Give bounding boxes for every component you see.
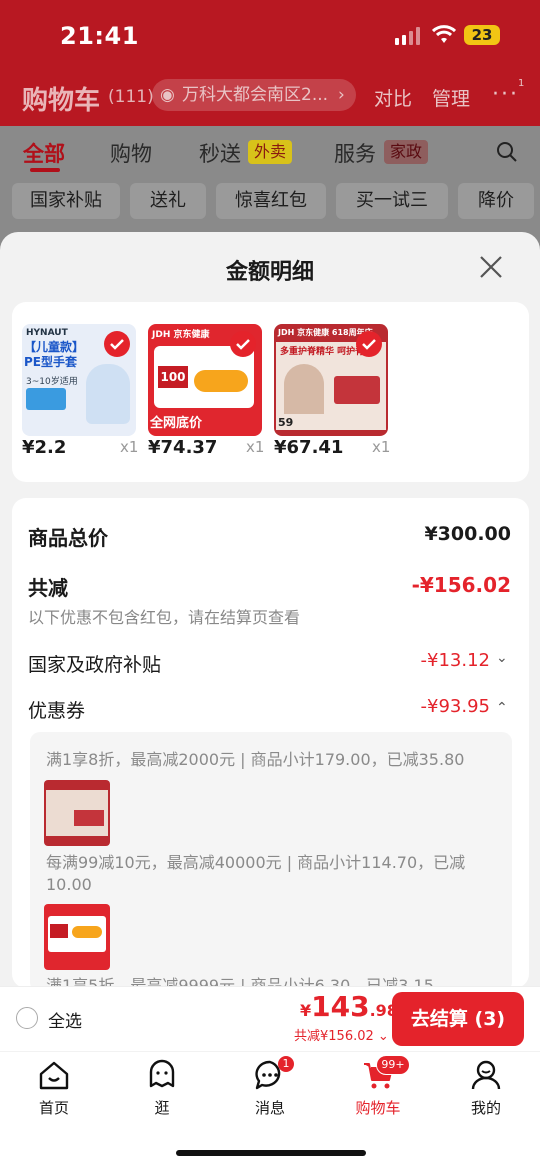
product-price: ¥2.2 [22,437,67,458]
nav-messages-label[interactable]: 消息 [230,1097,310,1118]
chevron-right-icon: › [338,85,345,105]
total-integer: 143 [311,990,370,1023]
saved-amount[interactable]: 共减¥156.02 ⌄ [294,1025,389,1044]
thumb-banner [74,810,104,826]
thumb-slogan: 全网底价 [150,416,203,431]
profile-icon [471,1060,501,1090]
chip-national-subsidy[interactable]: 国家补贴 [12,183,120,219]
thumb-discount [72,926,102,938]
explore-icon [149,1059,175,1088]
discount-note: 以下优惠不包含红包，请在结算页查看 [28,608,301,627]
home-icon [39,1061,69,1090]
thumb-price-tag: 100 [158,366,188,388]
saved-text: 共减¥156.02 [294,1029,374,1044]
chip-red-packet[interactable]: 惊喜红包 [216,183,326,219]
coupon-product-thumbnail [44,904,110,970]
housekeeping-badge: 家政 [384,140,429,164]
thumb-subtitle: 3~10岁适用 [26,377,78,387]
product-quantity: x1 [372,438,391,456]
product-quantity: x1 [120,438,139,456]
sheet-title: 金额明细 [225,260,314,285]
nav-profile[interactable] [446,1058,526,1096]
chip-gift[interactable]: 送礼 [130,183,206,219]
takeout-badge: 外卖 [248,140,293,164]
coupon-product-thumbnail [44,780,110,846]
coupon-rule: 每满99减10元，最高减40000元 | 商品小计114.70，已减10.00 [46,853,466,894]
coupon-value[interactable]: -¥93.95 [421,696,490,717]
battery-indicator: 23 [464,25,500,45]
nav-home[interactable] [14,1058,94,1096]
messages-badge: 1 [278,1056,294,1072]
status-bar: 21:41 23 [0,14,540,58]
nav-explore-label[interactable]: 逛 [122,1097,202,1118]
thumb-discount [194,370,248,392]
selected-check-icon[interactable] [230,331,256,357]
currency-symbol: ¥ [300,1001,312,1020]
total-amount: ¥143.98 [300,990,398,1023]
subsidy-label[interactable]: 国家及政府补贴 [28,650,161,677]
selected-check-icon[interactable] [356,331,382,357]
reduction-label: 共减 [28,576,68,600]
selected-check-icon[interactable] [104,331,130,357]
select-all-label[interactable]: 全选 [48,1007,82,1032]
chip-buy-one-try-three[interactable]: 买一试三 [336,183,448,219]
cellular-signal-icon [395,27,420,45]
status-time: 21:41 [60,22,139,50]
coupon-rule: 满1享8折，最高减2000元 | 商品小计179.00，已减35.80 [46,750,465,769]
subsidy-value[interactable]: -¥13.12 [421,650,490,671]
nav-home-label[interactable]: 首页 [14,1097,94,1118]
compare-button[interactable]: 对比 [374,84,412,111]
cart-count: (111) [108,87,154,107]
close-icon[interactable] [479,255,503,279]
chip-price-drop[interactable]: 降价 [458,183,534,219]
chevron-down-icon[interactable]: ⌄ [496,650,508,666]
search-icon[interactable] [496,141,518,163]
thumb-brand: HYNAUT [26,328,68,338]
location-icon: ◉ [160,85,175,105]
tab-shopping[interactable]: 购物 [110,138,152,168]
thumb-price-tag [50,924,68,938]
tab-all[interactable]: 全部 [23,138,65,168]
chevron-up-icon[interactable]: ⌃ [496,700,508,716]
home-indicator [176,1150,366,1156]
page-title: 购物车 [22,86,101,116]
tab-services[interactable]: 服务 [334,138,376,168]
reduction-value: -¥156.02 [411,573,511,597]
more-icon[interactable]: ··· [492,82,519,107]
thumb-brand: JDH 京东健康 [152,330,210,340]
glove-illustration [86,364,130,424]
thumb-tag [26,388,66,410]
total-price-value: ¥300.00 [424,523,511,545]
tab-instant-delivery[interactable]: 秒送 [199,138,241,168]
cart-badge: 99+ [376,1055,410,1075]
select-all-radio[interactable] [16,1007,38,1029]
wifi-icon [432,25,456,43]
thumb-price: 59 [278,416,294,429]
nav-messages[interactable] [230,1058,310,1096]
product-price: ¥74.37 [148,437,218,458]
nav-cart-label[interactable]: 购物车 [338,1097,418,1118]
nav-profile-label[interactable]: 我的 [446,1097,526,1118]
more-badge: 1 [518,78,525,89]
person-illustration [284,364,324,414]
chevron-down-icon: ⌄ [377,1029,389,1044]
nav-explore[interactable] [122,1058,202,1096]
checkout-button[interactable]: 去结算 (3) [392,992,524,1046]
total-price-label: 商品总价 [28,526,108,550]
manage-button[interactable]: 管理 [432,84,470,111]
address-selector[interactable]: ◉ 万科大都会南区2... › [152,79,356,111]
product-price: ¥67.41 [274,437,344,458]
thumb-banner [334,376,380,404]
product-quantity: x1 [246,438,265,456]
address-text: 万科大都会南区2... [182,85,329,105]
coupon-label[interactable]: 优惠券 [28,696,85,723]
tab-active-indicator [30,168,60,172]
thumb-title: 【儿童款】PE型手套 [24,340,85,369]
